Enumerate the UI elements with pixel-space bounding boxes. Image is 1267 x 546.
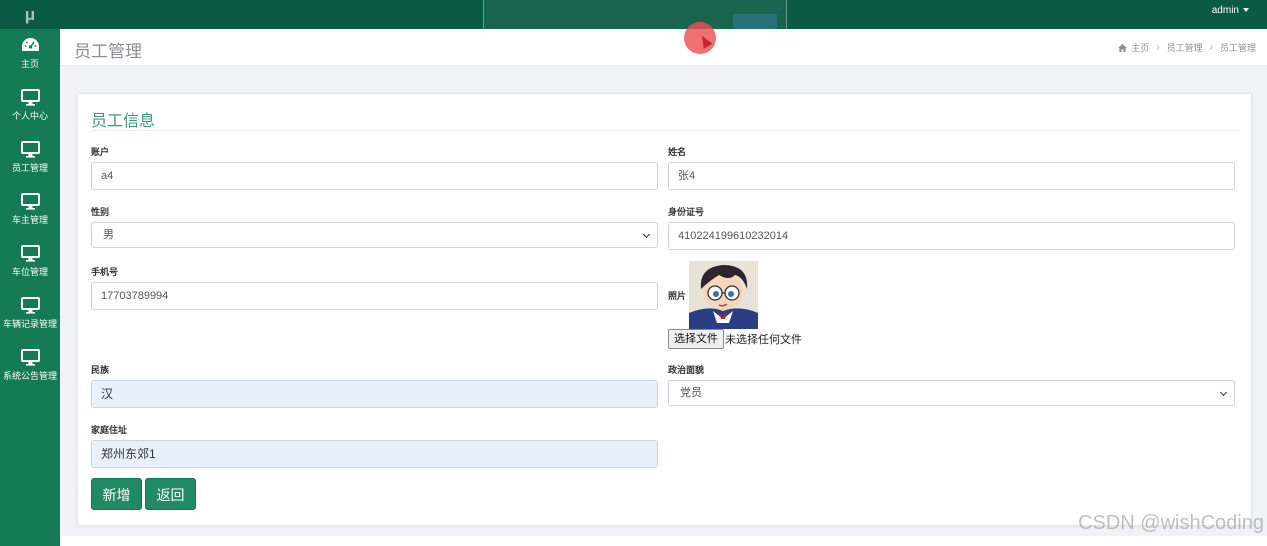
breadcrumb-home[interactable]: 主页 [1131, 41, 1149, 54]
sidebar-item-vehicle-records[interactable]: 车辆记录管理 [0, 289, 60, 339]
chevron-right-icon: › [1156, 42, 1160, 53]
page-footer-strip [60, 536, 1267, 546]
sidebar-item-label: 员工管理 [11, 163, 48, 173]
ethnicity-input[interactable]: 汉 [91, 380, 658, 408]
breadcrumb: 主页 › 员工管理 › 员工管理 [1118, 41, 1256, 54]
phone-input[interactable]: 17703789994 [91, 282, 658, 310]
chevron-down-icon [642, 230, 651, 239]
monitor-icon [20, 297, 40, 314]
avatar-image [689, 261, 758, 329]
photo-label: 照片 [668, 291, 687, 301]
political-value: 党员 [680, 387, 702, 399]
name-label: 姓名 [668, 147, 687, 157]
breadcrumb-section[interactable]: 员工管理 [1167, 41, 1203, 54]
photo-preview [689, 261, 758, 329]
monitor-icon [20, 89, 40, 106]
divider [91, 130, 1239, 131]
monitor-icon [20, 349, 40, 366]
monitor-icon [20, 141, 40, 158]
sidebar-item-label: 系统公告管理 [2, 371, 57, 381]
account-input[interactable]: a4 [91, 162, 658, 190]
sidebar-item-employees[interactable]: 员工管理 [0, 133, 60, 183]
sidebar: 主页 个人中心 员工管理 车主管理 车位管理 车辆记录管理 系统公告管理 [0, 29, 60, 546]
sidebar-item-parking[interactable]: 车位管理 [0, 237, 60, 287]
sidebar-item-label: 车辆记录管理 [2, 319, 57, 329]
form-title: 员工信息 [91, 113, 156, 130]
sidebar-item-owners[interactable]: 车主管理 [0, 185, 60, 235]
sidebar-item-label: 主页 [20, 59, 39, 69]
phone-label: 手机号 [91, 267, 119, 277]
sidebar-item-label: 车位管理 [11, 267, 48, 277]
name-input[interactable]: 张4 [668, 162, 1235, 190]
app-logo: μ [24, 4, 36, 24]
file-status: 未选择任何文件 [725, 334, 802, 346]
chevron-right-icon: › [1209, 42, 1213, 53]
submit-button[interactable]: 新增 [91, 478, 142, 510]
sidebar-item-label: 个人中心 [11, 111, 48, 121]
caret-down-icon [1243, 8, 1249, 13]
page-header: 员工管理 主页 › 员工管理 › 员工管理 [60, 29, 1267, 66]
account-label: 账户 [91, 147, 110, 157]
sidebar-item-label: 车主管理 [11, 215, 48, 225]
political-select[interactable]: 党员 [668, 380, 1235, 406]
id-card-input[interactable]: 410224199610232014 [668, 222, 1235, 250]
employee-form-card: 员工信息 账户 a4 姓名 张4 性别 男 身份证号 4102241996102… [77, 93, 1252, 526]
choose-file-button[interactable]: 选择文件 [668, 329, 724, 349]
user-menu[interactable]: admin [1212, 0, 1249, 29]
home-icon [1118, 43, 1128, 52]
sidebar-item-profile[interactable]: 个人中心 [0, 81, 60, 131]
ethnicity-label: 民族 [91, 365, 110, 375]
monitor-icon [20, 245, 40, 262]
gender-select[interactable]: 男 [91, 222, 658, 248]
address-label: 家庭住址 [91, 425, 128, 435]
back-button[interactable]: 返回 [145, 478, 196, 510]
id-card-label: 身份证号 [668, 207, 705, 217]
political-label: 政治面貌 [668, 365, 705, 375]
dashboard-icon [21, 38, 39, 51]
sidebar-item-announcements[interactable]: 系统公告管理 [0, 341, 60, 391]
breadcrumb-current: 员工管理 [1219, 43, 1256, 53]
gender-label: 性别 [91, 207, 110, 217]
user-name: admin [1211, 5, 1239, 16]
sidebar-item-home[interactable]: 主页 [0, 29, 60, 79]
page-title: 员工管理 [74, 42, 142, 61]
gender-value: 男 [103, 229, 114, 241]
chevron-down-icon [1219, 388, 1228, 397]
monitor-icon [20, 193, 40, 210]
address-input[interactable]: 郑州东郊1 [91, 440, 658, 468]
watermark: CSDN @wishCoding [1078, 512, 1264, 534]
